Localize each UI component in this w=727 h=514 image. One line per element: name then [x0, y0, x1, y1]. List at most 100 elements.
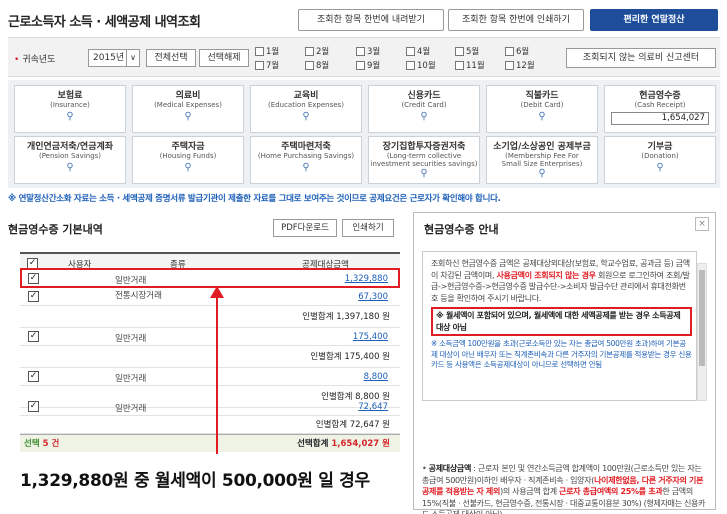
page-title: 근로소득자 소득 · 세액공제 내역조회 [8, 15, 201, 30]
month-8-checkbox[interactable]: 8월 [305, 59, 329, 71]
row-checkbox[interactable]: ✓ [28, 371, 39, 382]
selected-total-label: 선택합계 [297, 439, 332, 449]
close-icon[interactable]: × [695, 217, 709, 231]
print-all-button[interactable]: 조회한 항목 한번에 인쇄하기 [448, 9, 584, 31]
category-subtitle: (Medical Expenses) [154, 101, 222, 109]
deselect-button[interactable]: 선택해제 [199, 49, 249, 67]
search-icon: ⚲ [656, 162, 664, 173]
category-long-term-investment[interactable]: 장기집합투자증권저축 (Long-term collective investmen… [368, 136, 480, 184]
checkbox-icon [356, 46, 365, 56]
category-debit-card[interactable]: 직불카드 (Debit Card) ⚲ [486, 85, 598, 133]
deduction-amount-text: • 공제대상금액 : 근로자 본인 및 연간소득금액 합계액이 100만원(근로… [422, 463, 706, 514]
category-subtitle: (Membership Fee For [505, 152, 579, 160]
category-subtitle: (Pension Savings) [38, 152, 102, 160]
download-all-button[interactable]: 조회한 항목 한번에 내려받기 [298, 9, 444, 31]
category-donation[interactable]: 기부금 (Donation) ⚲ [604, 136, 716, 184]
category-credit-card[interactable]: 신용카드 (Credit Card) ⚲ [368, 85, 480, 133]
row-amount-link[interactable]: 72,647 [358, 402, 388, 412]
pdf-download-button[interactable]: PDF다운로드 [273, 219, 337, 237]
guide-note: ※ 소득금액 100만원을 초과(근로소득만 있는 자는 총급여 500만원 초… [431, 339, 692, 369]
deduction-lead: 공제대상금액 [428, 464, 472, 473]
category-title: 주택마련저축 [281, 142, 331, 152]
guide-highlight-box: ※ 월세액이 포함되어 있으며, 월세액에 대한 세액공제를 받는 경우 소득공… [431, 307, 692, 336]
search-icon: ⚲ [538, 168, 546, 179]
row-kind: 일반거래 [115, 334, 147, 344]
row-amount-link[interactable]: 175,400 [353, 332, 388, 342]
select-all-button[interactable]: 전체선택 [146, 49, 196, 67]
search-icon: ⚲ [420, 111, 428, 122]
category-subtitle: (Housing Funds) [159, 152, 217, 160]
year-label: • 귀속년도 [14, 52, 55, 65]
category-home-purchasing-savings[interactable]: 주택마련저축 (Home Purchasing Savings) ⚲ [250, 136, 362, 184]
month-12-checkbox[interactable]: 12월 [505, 59, 535, 71]
highlight-box [20, 268, 400, 288]
row-kind: 전통시장거래 [115, 291, 162, 301]
row-checkbox[interactable]: ✓ [28, 331, 39, 342]
selected-count-value: 5 건 [42, 439, 60, 449]
category-title: 직불카드 [525, 91, 559, 101]
subtotal-row: 인별합계 1,397,180 원 [20, 306, 400, 328]
year-select[interactable]: 2015년 ∨ [88, 49, 140, 67]
row-checkbox[interactable]: ✓ [28, 401, 39, 412]
category-title: 신용카드 [407, 91, 441, 101]
cash-receipt-detail-title: 현금영수증 기본내역 [8, 223, 103, 236]
category-grid: 보험료 (Insurance) ⚲ 의료비 (Medical Expenses) ⚲ 교… [8, 80, 720, 188]
scrollbar-thumb[interactable] [699, 270, 705, 366]
month-label: 12월 [516, 61, 535, 71]
checkbox-icon [356, 60, 365, 70]
search-icon: ⚲ [538, 111, 546, 122]
category-insurance[interactable]: 보험료 (Insurance) ⚲ [14, 85, 126, 133]
month-label: 8월 [316, 61, 330, 71]
category-pension-savings[interactable]: 개인연금저축/연금계좌 (Pension Savings) ⚲ [14, 136, 126, 184]
category-subtitle: (Debit Card) [520, 101, 564, 109]
category-education[interactable]: 교육비 (Education Expenses) ⚲ [250, 85, 362, 133]
row-checkbox[interactable]: ✓ [28, 291, 39, 302]
month-label: 2월 [316, 47, 330, 57]
month-4-checkbox[interactable]: 4월 [406, 45, 430, 57]
checkbox-icon [455, 46, 464, 56]
category-medical[interactable]: 의료비 (Medical Expenses) ⚲ [132, 85, 244, 133]
guide-text-emphasis: 사용금액이 조회되지 않는 경우 [496, 270, 596, 280]
print-button[interactable]: 인쇄하기 [342, 219, 394, 237]
selected-count-label: 선택 [24, 439, 43, 449]
month-label: 11월 [466, 61, 485, 71]
medical-report-center-button[interactable]: 조회되지 않는 의료비 신고센터 [566, 48, 716, 68]
month-9-checkbox[interactable]: 9월 [356, 59, 380, 71]
guide-title: 현금영수증 안내 [424, 223, 499, 236]
cash-receipt-amount: 1,654,027 [611, 112, 709, 125]
table-row: ✓ 일반거래 8,800 [20, 368, 400, 386]
category-housing-funds[interactable]: 주택자금 (Housing Funds) ⚲ [132, 136, 244, 184]
category-subtitle: (Insurance) [50, 101, 90, 109]
category-subtitle: (Donation) [641, 152, 679, 160]
row-amount-link[interactable]: 8,800 [364, 372, 388, 382]
category-title: 개인연금저축/연금계좌 [26, 142, 114, 152]
checkbox-icon [305, 60, 314, 70]
month-1-checkbox[interactable]: 1월 [255, 45, 279, 57]
category-small-business-fee[interactable]: 소기업/소상공인 공제부금 (Membership Fee For Small Si… [486, 136, 598, 184]
year-end-settlement-button[interactable]: 편리한 연말정산 [590, 9, 718, 31]
month-3-checkbox[interactable]: 3월 [356, 45, 380, 57]
category-subtitle: Small Size Enterprises) [501, 160, 583, 168]
guide-scroll-area[interactable]: 조회하신 현금영수증 금액은 공제대상외대상(보험료, 학교수업료, 공과금 등… [422, 251, 697, 401]
month-5-checkbox[interactable]: 5월 [455, 45, 479, 57]
category-subtitle: (Long-term collective [386, 152, 462, 160]
required-star-icon: • [14, 55, 20, 65]
row-kind: 일반거래 [115, 404, 147, 414]
arrow-shaft [216, 296, 218, 454]
row-amount-link[interactable]: 67,300 [358, 292, 388, 302]
category-cash-receipt[interactable]: 현금영수증 (Cash Receipt) 1,654,027 [604, 85, 716, 133]
year-filter-bar: • 귀속년도 2015년 ∨ 전체선택 선택해제 1월 2월 3월 4월 5월 6월… [8, 37, 720, 77]
checkbox-icon [505, 60, 514, 70]
category-subtitle: (Education Expenses) [268, 101, 344, 109]
category-title: 교육비 [293, 91, 319, 101]
scrollbar[interactable] [697, 263, 707, 401]
checkbox-icon [255, 46, 264, 56]
cash-receipt-guide-panel: 현금영수증 안내 × 조회하신 현금영수증 금액은 공제대상외대상(보험료, 학… [413, 212, 716, 514]
month-10-checkbox[interactable]: 10월 [406, 59, 436, 71]
month-6-checkbox[interactable]: 6월 [505, 45, 529, 57]
month-2-checkbox[interactable]: 2월 [305, 45, 329, 57]
month-7-checkbox[interactable]: 7월 [255, 59, 279, 71]
year-label-text: 귀속년도 [22, 55, 56, 65]
month-11-checkbox[interactable]: 11월 [455, 59, 485, 71]
category-title: 장기집합투자증권저축 [382, 142, 466, 152]
